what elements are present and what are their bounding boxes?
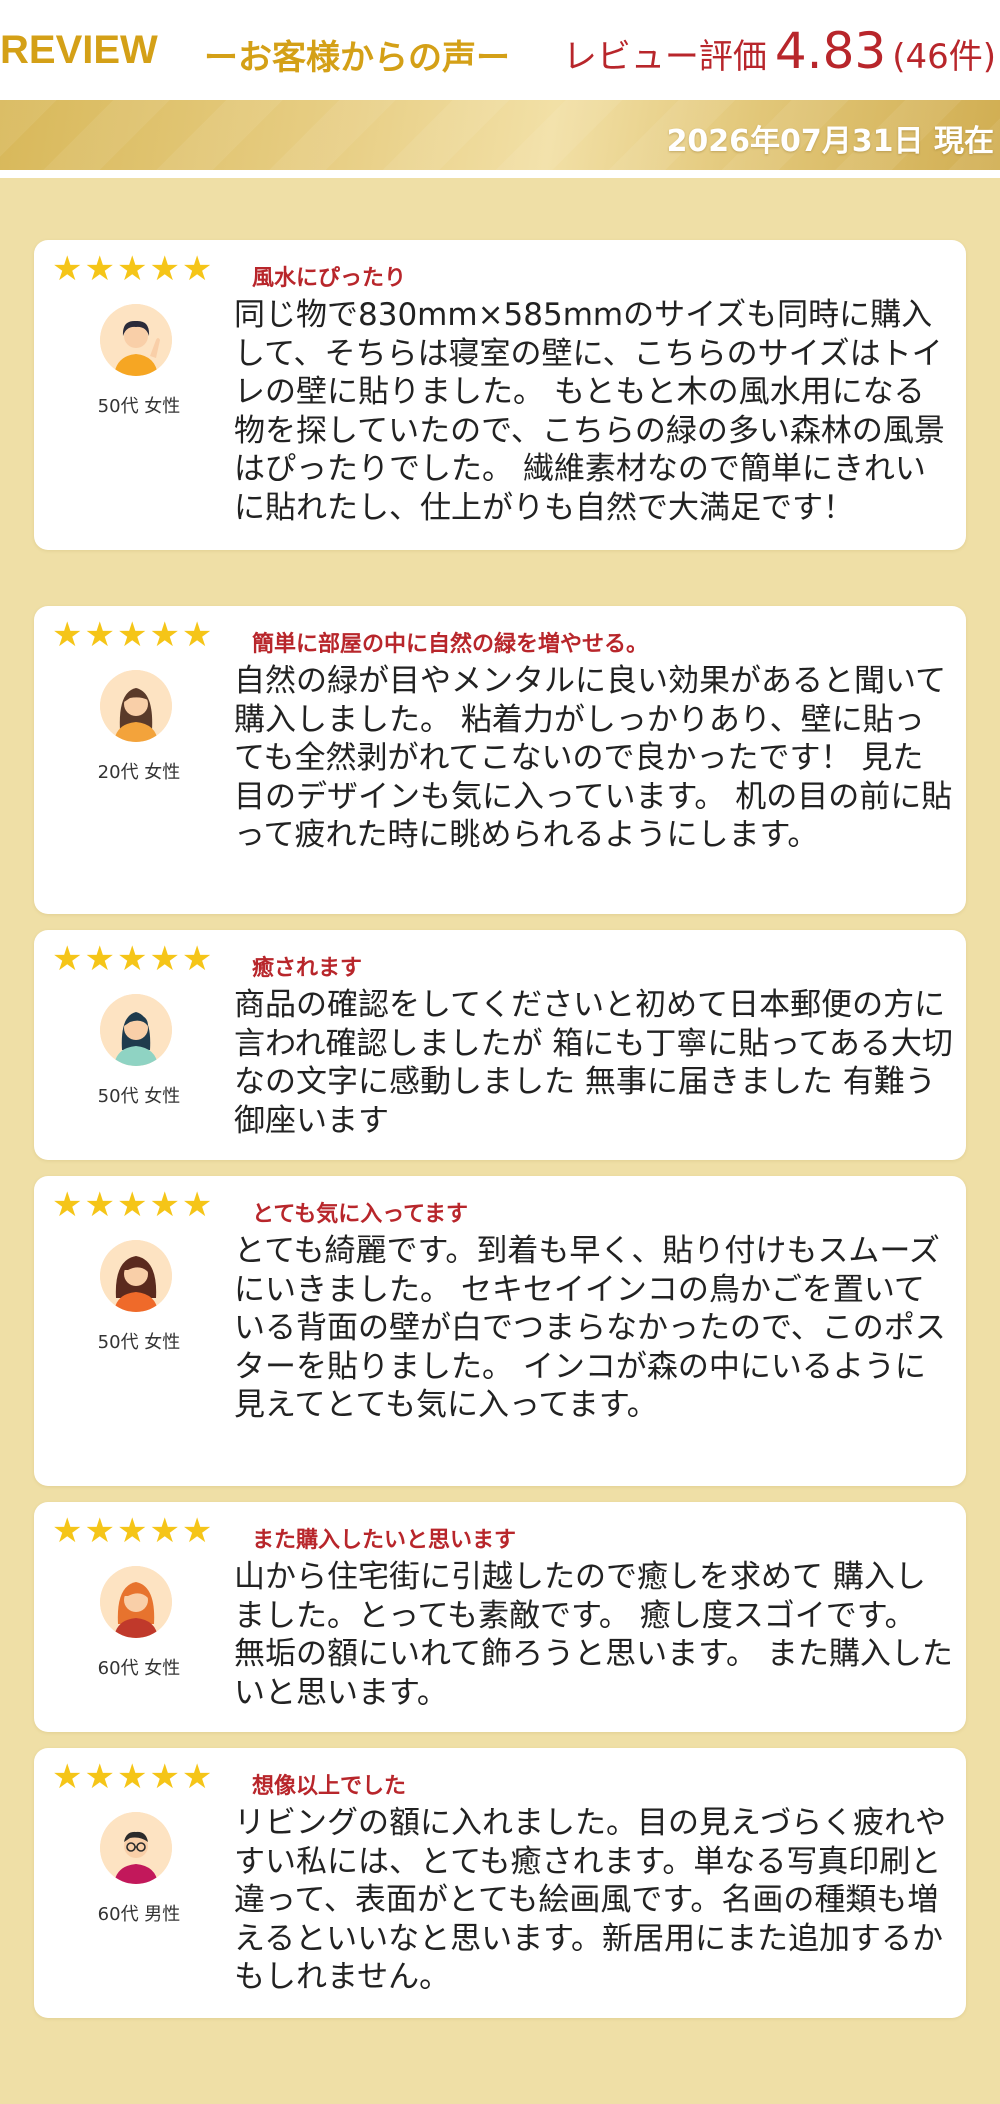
review-card: ★★★★★ 風水にぴったり 50代 女性 同じ物で830mm×585mmのサイズ… (34, 240, 966, 550)
review-body: 同じ物で830mm×585mmのサイズも同時に購入して、そちらは寝室の壁に、こち… (234, 297, 945, 526)
woman-red-hair-icon (100, 1566, 172, 1638)
review-header: REVIEW ーお客様からの声ー レビュー評価 4.83 (46件) (0, 0, 1000, 100)
five-star-rating-icon: ★★★★★ (52, 1511, 215, 1551)
reviewer-demographic: 60代 男性 (97, 1904, 181, 1925)
reviewer-demographic: 50代 女性 (97, 1332, 181, 1353)
review-list: ★★★★★ 風水にぴったり 50代 女性 同じ物で830mm×585mmのサイズ… (0, 178, 1000, 2104)
five-star-rating-icon: ★★★★★ (52, 615, 215, 655)
review-title: また購入したいと思います (252, 1528, 517, 1553)
review-card: ★★★★★ また購入したいと思います 60代 女性 山から住宅街に引越したので癒… (34, 1502, 966, 1732)
review-body: とても綺麗です。到着も早く、貼り付けもスムーズにいきました。 セキセイインコの鳥… (234, 1233, 946, 1424)
rating-value: 4.83 (774, 22, 887, 80)
rating-label: レビュー評価 (562, 37, 767, 77)
woman-orange-icon (100, 1240, 172, 1312)
reviewer-demographic: 50代 女性 (97, 1086, 181, 1107)
woman-waving-icon (100, 304, 172, 376)
review-body: リビングの額に入れました。目の見えづらく疲れやすい私には、とても癒されます。単な… (234, 1805, 947, 1996)
five-star-rating-icon: ★★★★★ (52, 249, 215, 289)
five-star-rating-icon: ★★★★★ (52, 1757, 215, 1797)
review-title: 想像以上でした (252, 1774, 407, 1799)
date-banner: 2026年07月31日 現在 (0, 100, 1000, 170)
review-body: 商品の確認をしてくださいと初めて日本郵便の方に言われ確認しましたが 箱にも丁寧に… (234, 987, 953, 1139)
woman-long-hair-icon (100, 670, 172, 742)
five-star-rating-icon: ★★★★★ (52, 939, 215, 979)
review-title: 癒されます (252, 956, 363, 981)
review-title: 風水にぴったり (252, 266, 407, 291)
review-card: ★★★★★ 想像以上でした 60代 男性 リビングの額に入れました。目の見えづら… (34, 1748, 966, 2018)
review-card: ★★★★★ 簡単に部屋の中に自然の緑を増やせる。 20代 女性 自然の緑が目やメ… (34, 606, 966, 914)
review-card: ★★★★★ 癒されます 50代 女性 商品の確認をしてくださいと初めて日本郵便の… (34, 930, 966, 1160)
rating-count: (46件) (892, 37, 996, 77)
as-of-date: 2026年07月31日 現在 (666, 124, 994, 159)
reviewer-demographic: 20代 女性 (97, 762, 181, 783)
reviewer-demographic: 60代 女性 (97, 1658, 181, 1679)
review-body: 自然の緑が目やメンタルに良い効果があると聞いて購入しました。 粘着力がしっかりあ… (234, 663, 953, 854)
review-heading-jp: ーお客様からの声ー (204, 38, 510, 78)
overall-rating: レビュー評価 4.83 (46件) (563, 22, 996, 80)
review-card: ★★★★★ とても気に入ってます 50代 女性 とても綺麗です。到着も早く、貼り… (34, 1176, 966, 1486)
review-heading-en: REVIEW (0, 28, 158, 72)
man-glasses-icon (100, 1812, 172, 1884)
five-star-rating-icon: ★★★★★ (52, 1185, 215, 1225)
review-title: 簡単に部屋の中に自然の緑を増やせる。 (252, 632, 649, 657)
review-body: 山から住宅街に引越したので癒しを求めて 購入しました。とっても素敵です。 癒し度… (234, 1559, 953, 1711)
review-title: とても気に入ってます (252, 1202, 469, 1227)
reviewer-demographic: 50代 女性 (97, 396, 181, 417)
woman-teal-icon (100, 994, 172, 1066)
